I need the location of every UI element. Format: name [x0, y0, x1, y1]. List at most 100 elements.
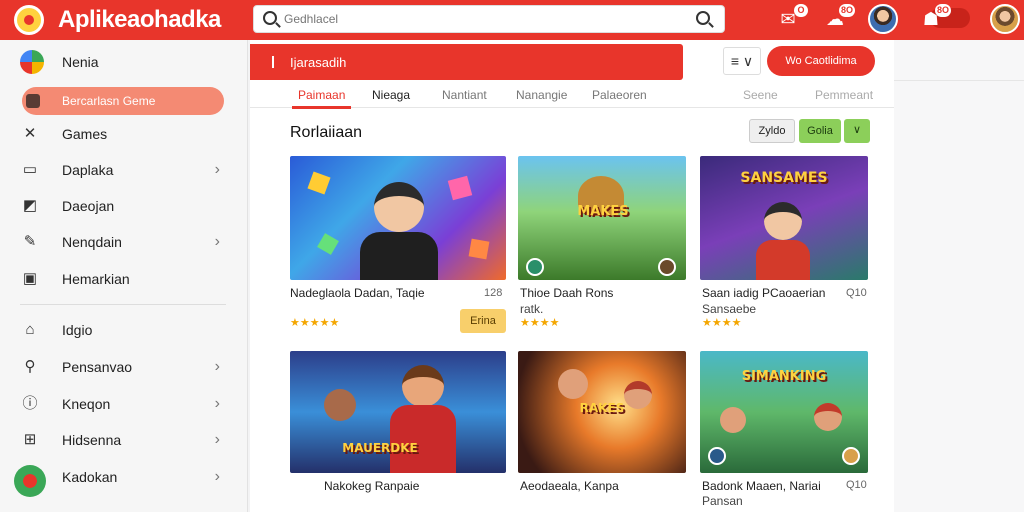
app-logo-icon[interactable]	[14, 5, 44, 35]
tab-bar: Paimaan Nieaga Nantiant Nanangie Palaeor…	[250, 82, 894, 109]
sidebar-item-games[interactable]: ✕ Games	[20, 121, 224, 147]
gift-icon[interactable]: ✉ O	[776, 4, 808, 30]
edit-icon: ◩	[22, 197, 38, 214]
card-count: Q10	[846, 479, 867, 491]
sidebar-item-nenqdain[interactable]: ✎ Nenqdain ›	[20, 229, 224, 255]
monitor-icon: ▭	[22, 161, 38, 178]
avatar[interactable]	[868, 4, 898, 34]
controller-icon: ✕	[23, 125, 37, 142]
game-thumbnail[interactable]: MAUERDKE	[290, 351, 506, 473]
right-panel	[894, 40, 1024, 512]
game-thumbnail[interactable]: MAKES	[518, 156, 686, 280]
search-box[interactable]	[253, 5, 725, 33]
chevron-right-icon: ›	[214, 358, 220, 375]
chat-icon[interactable]: ☁ 8O	[823, 4, 855, 30]
grid-icon: ⊞	[23, 431, 37, 448]
search-input[interactable]	[284, 9, 664, 29]
sidebar-item-kadokan[interactable]: Kadokan ›	[20, 464, 224, 490]
game-thumbnail[interactable]: RAKES	[518, 351, 686, 473]
star-rating: ★★★★★	[290, 317, 340, 329]
sidebar-item-label: Kneqon	[62, 396, 111, 412]
thumbnail-banner: MAUERDKE	[342, 441, 418, 455]
menu-logo-icon	[20, 50, 44, 74]
home-icon: ⌂	[25, 321, 35, 338]
sidebar-active-label: Bercarlasn Geme	[62, 94, 156, 108]
card-count: Q10	[846, 287, 867, 299]
tab-nieaga[interactable]: Nieaga	[372, 88, 410, 102]
sidebar-item-label: Pensanvao	[62, 359, 133, 375]
filter-button[interactable]: Golia	[799, 119, 841, 143]
chevron-right-icon: ›	[214, 161, 220, 178]
chevron-down-icon[interactable]: ∨	[844, 119, 870, 143]
sidebar-item-idgio[interactable]: ⌂ Idgio	[20, 317, 224, 343]
top-bar: Aplikeaohadka ✉O ☁8O ☗8O	[0, 0, 1024, 40]
profile-avatar[interactable]	[990, 4, 1020, 34]
tab-paimaan[interactable]: Paimaan	[291, 88, 352, 109]
card-title: Aeodaeala, Kanpa	[520, 479, 619, 493]
sidebar-item-pensanvao[interactable]: ⚲ Pensanvao ›	[20, 354, 224, 380]
tab-palaeoren[interactable]: Palaeoren	[592, 88, 647, 102]
card-title: Nakokeg Ranpaie	[324, 479, 420, 493]
card-title: Badonk Maaen, Nariai	[702, 479, 821, 493]
sidebar-item-label: Daplaka	[62, 162, 114, 178]
people-icon[interactable]: ☗ 8O	[919, 4, 951, 30]
sidebar-divider	[20, 304, 226, 305]
star-rating: ★★★★	[520, 317, 560, 329]
sidebar-item-daeojan[interactable]: ◩ Daeojan	[20, 193, 224, 219]
thumbnail-banner: SIMANKING	[741, 369, 827, 384]
folder-icon	[26, 94, 40, 108]
sidebar-item-label: Hidsenna	[62, 432, 122, 448]
chevron-right-icon: ›	[214, 468, 220, 485]
sidebar-item-active[interactable]: Bercarlasn Geme	[22, 87, 224, 115]
card-subtitle: ratk.	[520, 302, 544, 316]
sidebar-item-label: Nenqdain	[62, 234, 122, 250]
tab-nanangie[interactable]: Nanangie	[516, 88, 567, 102]
thumbnail-banner: MAKES	[577, 204, 629, 219]
section-title: Rorlaiiaan	[290, 124, 363, 141]
sidebar-item-daplaka[interactable]: ▭ Daplaka ›	[20, 157, 224, 183]
game-thumbnail[interactable]: SIMANKING	[700, 351, 868, 473]
card-subtitle: Sansaebe	[702, 302, 757, 316]
sidebar-item-label: Daeojan	[62, 198, 115, 214]
sidebar-item-hidsenna[interactable]: ⊞ Hidsenna ›	[20, 427, 224, 453]
game-thumbnail[interactable]: SANSAMES	[700, 156, 868, 280]
pencil-icon: ✎	[23, 233, 37, 250]
people-badge: 8O	[934, 4, 951, 17]
sidebar-item-label: Games	[62, 126, 108, 142]
tab-nantiant[interactable]: Nantiant	[442, 88, 487, 102]
card-title: Thioe Daah Rons	[520, 286, 614, 300]
search-submit-icon[interactable]	[696, 11, 710, 25]
chat-badge: 8O	[838, 4, 855, 17]
square-icon: ▣	[22, 270, 38, 287]
notification-badge: O	[794, 4, 808, 17]
sidebar-item-label: Hemarkian	[62, 271, 130, 287]
tab-seene[interactable]: Seene	[743, 88, 778, 102]
main-panel: Ijarasadih ≡ ∨ Wo Caotlidima Paimaan Nie…	[250, 40, 894, 512]
get-button[interactable]: Erina	[460, 309, 506, 333]
banner-marker-icon	[272, 56, 274, 68]
chevron-right-icon: ›	[214, 395, 220, 412]
toolbar-banner[interactable]: Ijarasadih	[250, 44, 683, 80]
sidebar-item-kneqon[interactable]: ⓘ Kneqon ›	[20, 391, 224, 417]
search-icon	[263, 11, 277, 25]
filter-dropdown[interactable]: ≡ ∨	[723, 47, 761, 75]
tab-pemmeant[interactable]: Pemmeant	[815, 88, 873, 102]
sidebar-header[interactable]: Nenia	[20, 50, 99, 74]
chevron-right-icon: ›	[214, 233, 220, 250]
sidebar-item-label: Idgio	[62, 322, 93, 338]
sidebar: Nenia Bercarlasn Geme ✕ Games ▭ Daplaka …	[0, 40, 248, 512]
divider	[894, 80, 1024, 81]
cta-button[interactable]: Wo Caotlidima	[767, 46, 875, 76]
sort-button[interactable]: Zyldo	[749, 119, 795, 143]
game-thumbnail[interactable]	[290, 156, 506, 280]
app-title: Aplikeaohadka	[58, 6, 221, 33]
thumbnail-banner: SANSAMES	[740, 170, 828, 186]
banner-label: Ijarasadih	[290, 55, 347, 70]
sidebar-item-label: Kadokan	[62, 469, 118, 485]
star-rating: ★★★★	[702, 317, 742, 329]
card-title: Nadeglaola Dadan, Taqie	[290, 286, 425, 300]
thumbnail-banner: RAKES	[579, 401, 625, 415]
sidebar-header-label: Nenia	[62, 54, 99, 70]
sidebar-item-hemarkian[interactable]: ▣ Hemarkian	[20, 266, 224, 292]
card-count: 128	[484, 287, 503, 299]
